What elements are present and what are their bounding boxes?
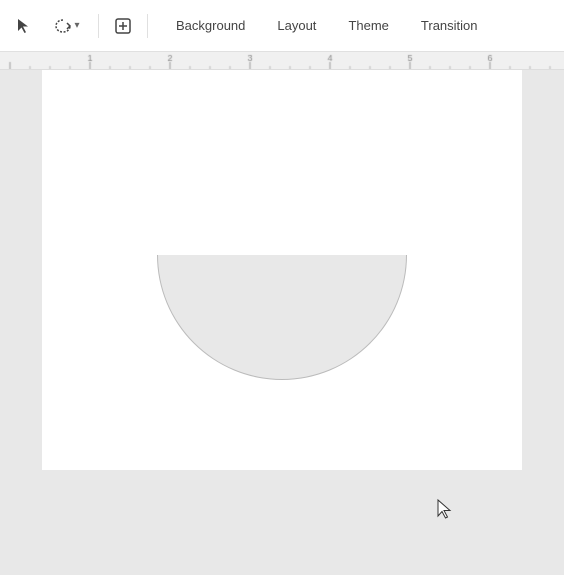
tab-layout[interactable]: Layout — [261, 12, 332, 39]
lasso-tool-button[interactable]: ▾ — [44, 10, 90, 42]
add-element-button[interactable] — [107, 10, 139, 42]
mouse-cursor — [436, 498, 454, 520]
toolbar-divider-2 — [147, 14, 148, 38]
ruler — [0, 52, 564, 70]
cursor-tool-button[interactable] — [8, 10, 40, 42]
lasso-icon — [54, 17, 72, 35]
canvas-area[interactable] — [0, 70, 564, 575]
tab-background[interactable]: Background — [160, 12, 261, 39]
semicircle-shape[interactable] — [157, 255, 407, 380]
slide-canvas[interactable] — [42, 70, 522, 470]
toolbar: ▾ Background Layout Theme Transition — [0, 0, 564, 52]
add-icon — [114, 17, 132, 35]
lasso-dropdown-arrow: ▾ — [74, 20, 79, 31]
toolbar-tabs: Background Layout Theme Transition — [160, 12, 494, 39]
cursor-pointer-icon — [436, 498, 454, 520]
tab-theme[interactable]: Theme — [332, 12, 404, 39]
tab-transition[interactable]: Transition — [405, 12, 494, 39]
ruler-canvas — [0, 52, 564, 70]
cursor-icon — [15, 17, 33, 35]
toolbar-divider-1 — [98, 14, 99, 38]
